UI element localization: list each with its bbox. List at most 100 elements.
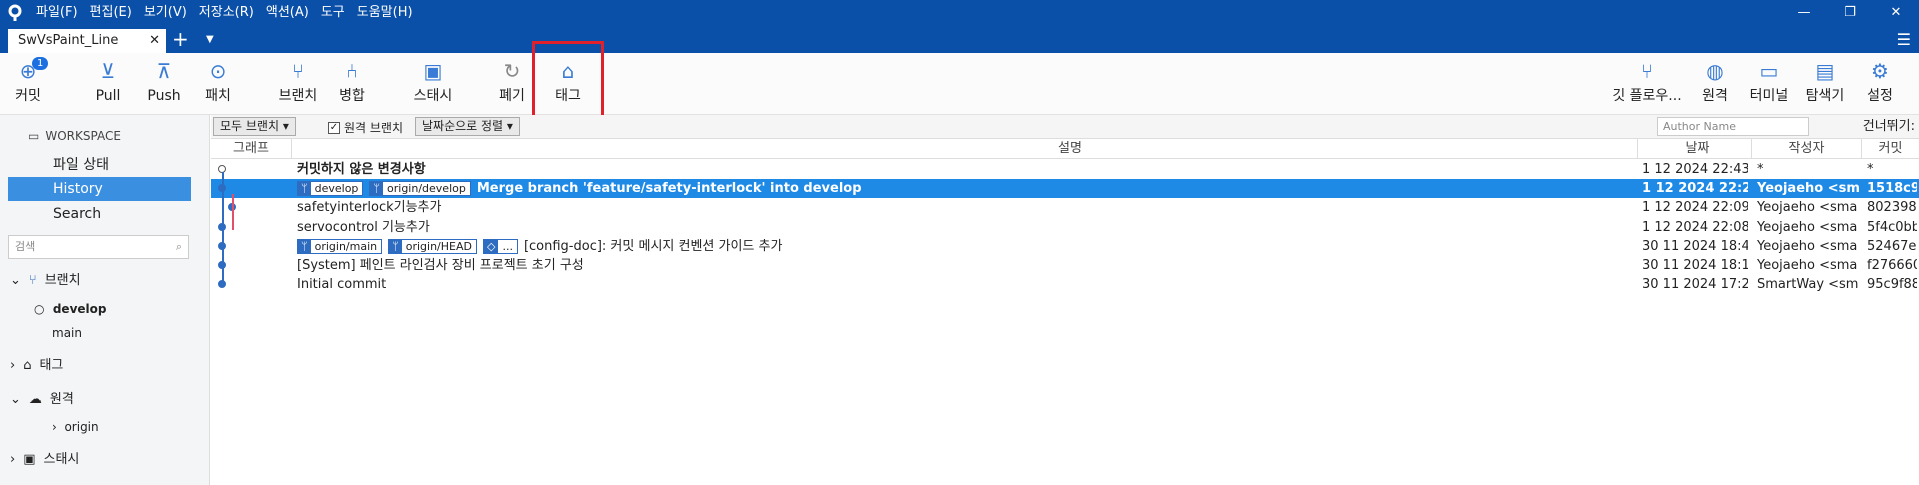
branch-tag-badge[interactable]: ᛘ origin/HEAD bbox=[388, 238, 477, 254]
sidebar-item-history[interactable]: History bbox=[8, 177, 191, 201]
push-button[interactable]: ⊼ Push bbox=[144, 53, 184, 113]
checkbox-checked-icon: ✓ bbox=[328, 121, 340, 134]
commit-date: 1 12 2024 22:09 bbox=[1642, 200, 1748, 216]
menu-repository[interactable]: 저장소(R) bbox=[193, 0, 260, 26]
commit-row[interactable]: ᛘ develop ᛘ origin/develop Merge branch 'fea… bbox=[211, 179, 1919, 199]
commit-date: 30 11 2024 18:1 bbox=[1642, 258, 1748, 273]
menu-tools[interactable]: 도구 bbox=[315, 0, 351, 26]
branch-icon: ⑂ bbox=[28, 273, 37, 288]
menu-bar: 파일(F) 편집(E) 보기(V) 저장소(R) 액션(A) 도구 도움말(H) bbox=[30, 0, 419, 26]
commit-author: SmartWay <sm bbox=[1757, 277, 1859, 293]
gitflow-icon: ⑂ bbox=[1641, 59, 1653, 83]
commit-row[interactable]: servocontrol 기능추가 1 12 2024 22:08 Yeojaeho… bbox=[211, 218, 1919, 237]
commit-hash: f276660 bbox=[1867, 258, 1917, 273]
commit-row[interactable]: Initial commit 30 11 2024 17:2 SmartWay <s… bbox=[211, 275, 1919, 294]
branch-icon: ᛘ bbox=[389, 239, 402, 253]
branch-tag-badge[interactable]: ◇... bbox=[482, 238, 518, 254]
tab-repository[interactable]: SwVsPaint_Line ✕ bbox=[8, 29, 166, 53]
commit-row[interactable]: ᛘ origin/main ᛘ origin/HEAD ◇... [config-doc]… bbox=[211, 237, 1919, 256]
terminal-icon: ▭ bbox=[1759, 59, 1779, 83]
commit-button[interactable]: ⊕ 1 커밋 bbox=[10, 53, 49, 113]
tag-icon: ◇ bbox=[483, 239, 499, 253]
sidebar-item-file-status[interactable]: 파일 상태 bbox=[8, 153, 191, 177]
gitflow-button[interactable]: ⑂ 깃 플로우... bbox=[1610, 53, 1684, 113]
sidebar-remote-origin[interactable]: › origin bbox=[52, 417, 99, 437]
new-tab-button[interactable]: + bbox=[172, 26, 189, 52]
current-branch-icon: ○ bbox=[34, 302, 45, 316]
menu-file[interactable]: 파일(F) bbox=[30, 0, 84, 26]
title-bar: 파일(F) 편집(E) 보기(V) 저장소(R) 액션(A) 도구 도움말(H)… bbox=[0, 0, 1919, 26]
commit-count-badge: 1 bbox=[32, 57, 49, 70]
column-commit[interactable]: 커밋 bbox=[1861, 139, 1919, 159]
stash-button[interactable]: ▣ 스태시 bbox=[410, 53, 456, 113]
merge-button[interactable]: ⑃ 병합 bbox=[334, 53, 370, 113]
author-filter-input[interactable]: Author Name bbox=[1657, 117, 1809, 136]
branch-tag-badge[interactable]: ᛘ origin/develop bbox=[369, 181, 471, 197]
menu-actions[interactable]: 액션(A) bbox=[260, 0, 315, 26]
commit-description: servocontrol 기능추가 bbox=[297, 219, 430, 235]
restore-button[interactable]: ❐ bbox=[1827, 0, 1873, 26]
commit-hash: 5f4c0bb bbox=[1867, 219, 1917, 235]
terminal-button[interactable]: ▭ 터미널 bbox=[1746, 53, 1792, 113]
discard-button[interactable]: ↻ 폐기 bbox=[494, 53, 530, 113]
commit-author: Yeojaeho <sma bbox=[1757, 200, 1858, 216]
sidebar-section-tags[interactable]: › ⌂ 태그 bbox=[10, 355, 63, 377]
sidebar: ▭ WORKSPACE 파일 상태 History Search 검색 ⌕ ⌄ … bbox=[0, 115, 210, 485]
tab-close-icon[interactable]: ✕ bbox=[149, 29, 160, 53]
tab-label: SwVsPaint_Line bbox=[18, 33, 119, 48]
patch-icon: ⊙ bbox=[209, 59, 227, 83]
sidebar-item-search[interactable]: Search bbox=[8, 202, 191, 226]
commit-row[interactable]: 커밋하지 않은 변경사항 1 12 2024 22:43 * * bbox=[211, 160, 1919, 179]
merge-icon: ⑃ bbox=[346, 59, 358, 83]
skip-label: 건너뛰기: bbox=[1862, 119, 1915, 134]
sort-select[interactable]: 날짜순으로 정렬 ▾ bbox=[415, 117, 520, 136]
sidebar-section-branches[interactable]: ⌄ ⑂ 브랜치 bbox=[10, 270, 81, 292]
chevron-down-icon: ⌄ bbox=[10, 392, 21, 407]
branch-button[interactable]: ⑂ 브랜치 bbox=[275, 53, 321, 113]
sidebar-search-input[interactable]: 검색 ⌕ bbox=[8, 235, 189, 259]
stash-icon: ▣ bbox=[23, 452, 36, 467]
monitor-icon: ▭ bbox=[28, 129, 40, 143]
chevron-down-icon: ⌄ bbox=[10, 273, 21, 288]
menu-help[interactable]: 도움말(H) bbox=[351, 0, 419, 26]
minimize-button[interactable]: — bbox=[1781, 0, 1827, 26]
sidebar-branch-develop[interactable]: ○ develop bbox=[34, 299, 106, 319]
push-icon: ⊼ bbox=[156, 59, 172, 83]
column-graph[interactable]: 그래프 bbox=[211, 139, 291, 159]
column-author[interactable]: 작성자 bbox=[1751, 139, 1861, 159]
settings-button[interactable]: ⚙ 설정 bbox=[1862, 53, 1898, 113]
close-window-button[interactable]: ✕ bbox=[1873, 0, 1919, 26]
tag-highlight-box bbox=[532, 41, 604, 125]
commit-date: 1 12 2024 22:43 bbox=[1642, 162, 1748, 177]
column-description[interactable]: 설명 bbox=[291, 139, 1848, 159]
commit-hash: 52467e bbox=[1867, 238, 1917, 254]
pull-button[interactable]: ⊻ Pull bbox=[90, 53, 126, 113]
tab-dropdown-icon[interactable]: ▼ bbox=[206, 26, 214, 53]
graph-line-feature bbox=[232, 194, 234, 230]
pull-icon: ⊻ bbox=[100, 59, 116, 83]
menu-view[interactable]: 보기(V) bbox=[138, 0, 193, 26]
sidebar-section-remotes[interactable]: ⌄ ☁ 원격 bbox=[10, 389, 74, 411]
commit-author: Yeojaeho <sma bbox=[1757, 219, 1858, 235]
commit-row[interactable]: [System] 페인트 라인검사 장비 프로젝트 초기 구성 30 11 202… bbox=[211, 256, 1919, 275]
branch-icon: ⑂ bbox=[292, 59, 304, 83]
sidebar-section-stashes[interactable]: › ▣ 스태시 bbox=[10, 449, 79, 471]
hamburger-menu-icon[interactable]: ☰ bbox=[1897, 26, 1911, 53]
branch-tag-badge[interactable]: ᛘ develop bbox=[297, 181, 364, 197]
patch-button[interactable]: ⊙ 패치 bbox=[200, 53, 236, 113]
remote-button[interactable]: ◍ 원격 bbox=[1695, 53, 1735, 113]
menu-edit[interactable]: 편집(E) bbox=[84, 0, 138, 26]
graph-line-main bbox=[222, 172, 224, 284]
commit-hash: 1518c9 bbox=[1867, 181, 1917, 197]
branch-filter-select[interactable]: 모두 브랜치 ▾ bbox=[213, 117, 296, 136]
commit-author: * bbox=[1757, 162, 1764, 177]
sidebar-branch-main[interactable]: main bbox=[52, 323, 82, 343]
branch-tag-badge[interactable]: ᛘ origin/main bbox=[297, 238, 383, 254]
remote-branches-checkbox[interactable]: ✓ 원격 브랜치 bbox=[328, 119, 403, 136]
chevron-right-icon: › bbox=[52, 420, 57, 434]
column-date[interactable]: 날짜 bbox=[1637, 139, 1757, 159]
explorer-button[interactable]: ▤ 탐색기 bbox=[1802, 53, 1848, 113]
commit-row[interactable]: safetyinterlock기능추가 1 12 2024 22:09 Yeojae… bbox=[211, 198, 1919, 217]
folder-icon: ▤ bbox=[1815, 59, 1835, 83]
discard-icon: ↻ bbox=[503, 59, 521, 83]
